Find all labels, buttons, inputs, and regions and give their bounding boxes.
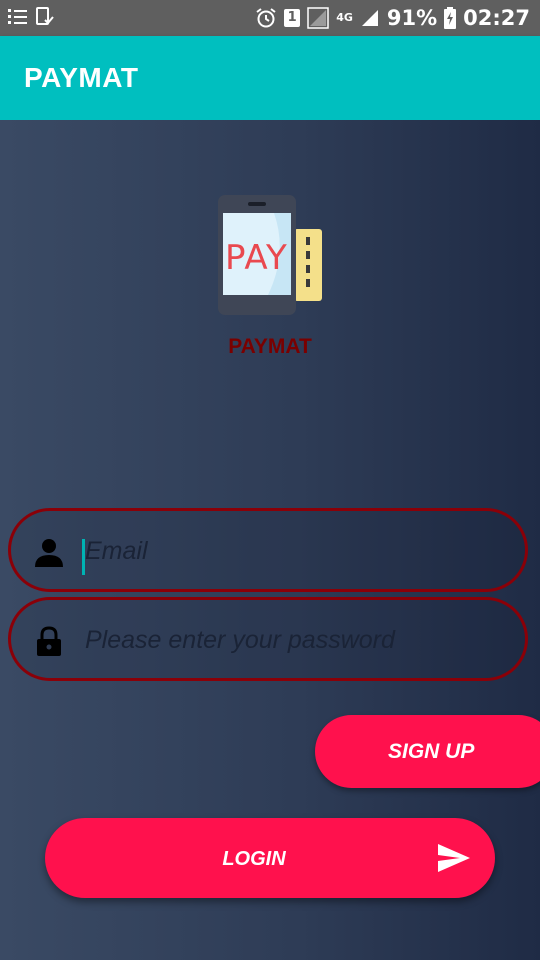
person-icon — [35, 539, 63, 567]
email-input[interactable] — [81, 531, 505, 571]
cast-icon — [36, 7, 54, 25]
battery-charging-icon — [444, 7, 457, 29]
battery-percent: 91% — [386, 6, 438, 30]
sim-icon: 1 — [284, 9, 301, 27]
logo-caption: PAYMAT — [228, 335, 312, 358]
network-type: 4G — [336, 11, 353, 24]
signal-icon — [307, 7, 329, 29]
email-field[interactable] — [8, 508, 528, 592]
status-bar: 1 4G 91% 02:27 — [0, 0, 540, 36]
cell-signal-icon — [361, 10, 378, 26]
alarm-icon — [256, 8, 276, 28]
app-title: PAYMAT — [24, 62, 139, 93]
phone-pay-icon: PAY — [218, 195, 322, 315]
list-icon — [8, 9, 27, 24]
lock-icon — [37, 626, 61, 656]
clock: 02:27 — [463, 6, 530, 30]
app-bar: PAYMAT — [0, 36, 540, 120]
send-icon — [438, 844, 470, 872]
sign-up-button[interactable]: SIGN UP — [315, 715, 540, 788]
login-button[interactable]: LOGIN — [45, 818, 495, 898]
logo-pay-text: PAY — [225, 238, 288, 278]
login-button-label: LOGIN — [222, 848, 286, 870]
password-input[interactable] — [81, 620, 505, 660]
password-field[interactable] — [8, 597, 528, 681]
